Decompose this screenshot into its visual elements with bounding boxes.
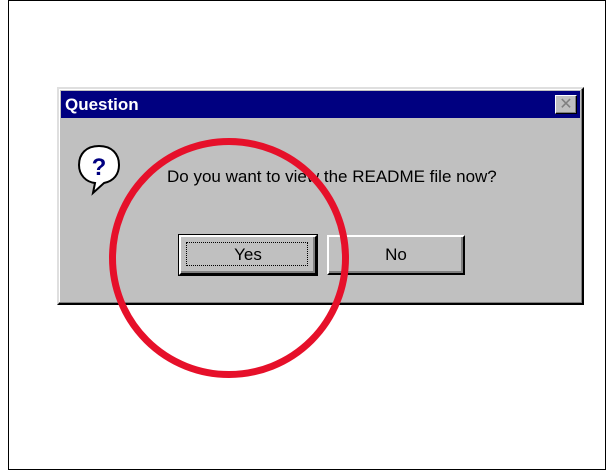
highlight-circle (109, 138, 349, 378)
svg-text:?: ? (92, 154, 107, 181)
dialog-title: Question (65, 94, 139, 114)
close-icon: ✕ (559, 95, 573, 113)
close-button[interactable]: ✕ (555, 95, 577, 114)
question-icon: ? (77, 144, 121, 196)
dialog-titlebar[interactable]: Question ✕ (61, 91, 580, 118)
no-button-label: No (385, 245, 407, 264)
